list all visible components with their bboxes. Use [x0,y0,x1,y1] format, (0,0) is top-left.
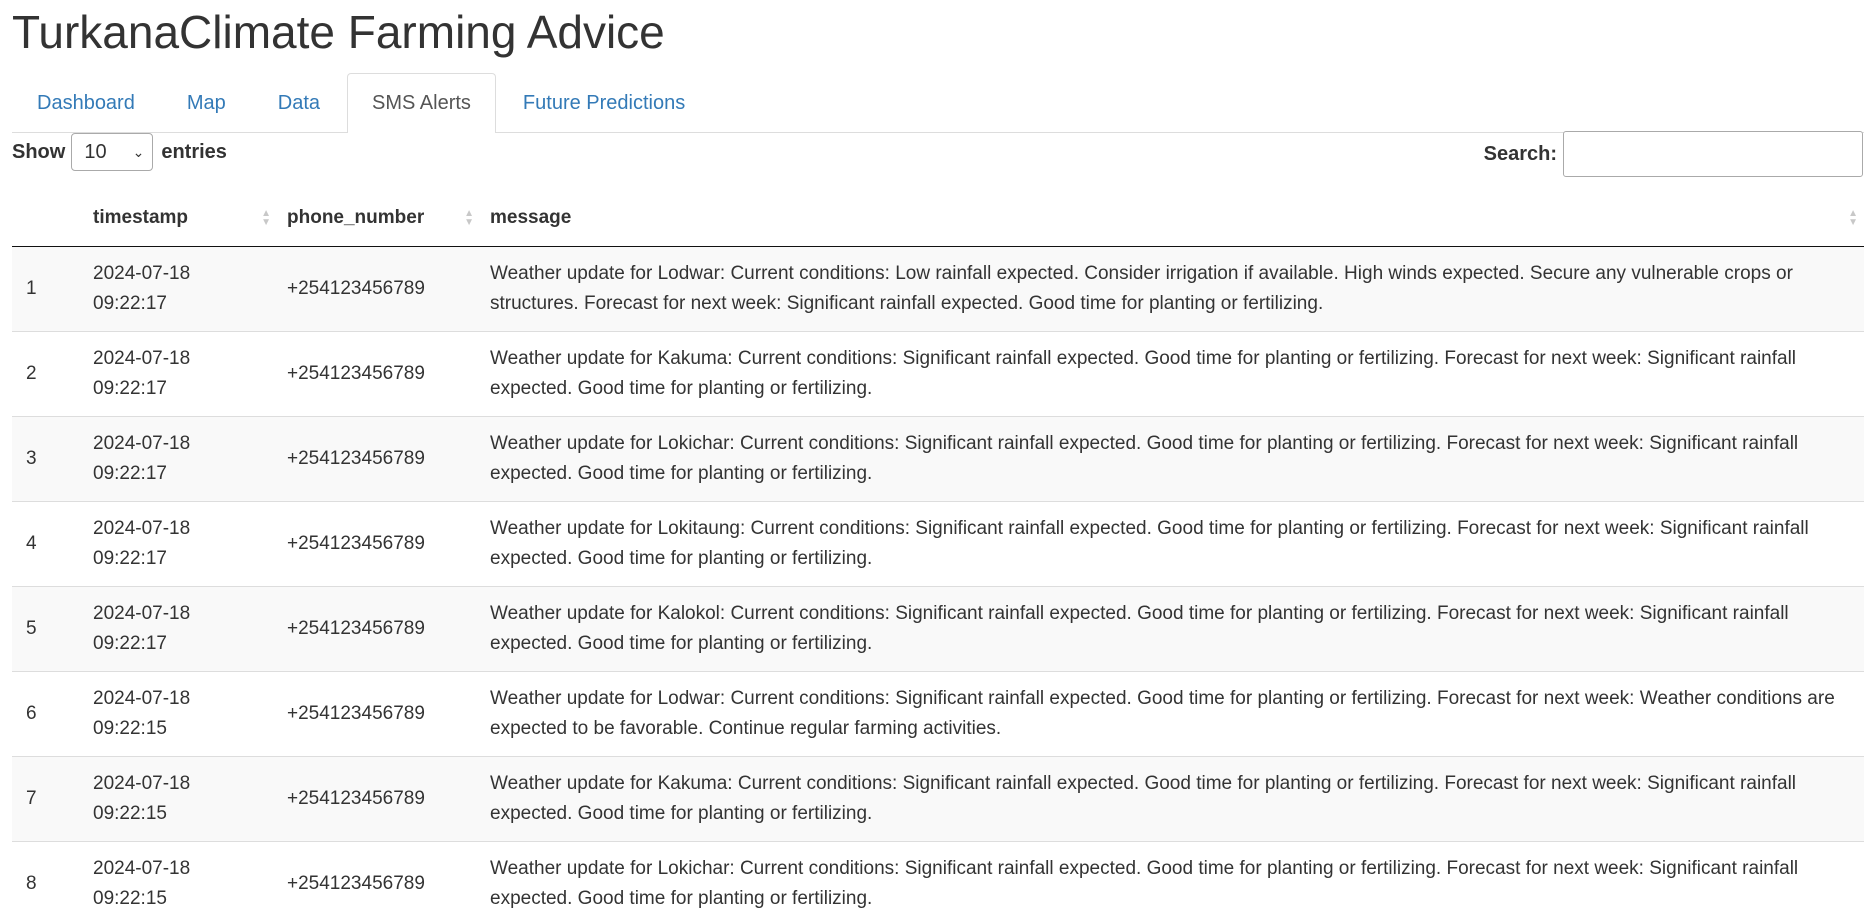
column-header-message[interactable]: message ▲ ▼ [480,190,1864,247]
row-phone-number: +254123456789 [277,756,480,842]
table-row[interactable]: 1 2024-07-18 09:22:17 +254123456789 Weat… [12,246,1864,332]
tab-bar: Dashboard Map Data SMS Alerts Future Pre… [12,72,1864,133]
column-header-label: timestamp [93,207,189,228]
tab-data[interactable]: Data [253,73,345,132]
row-index: 4 [12,501,83,587]
tab-sms-alerts[interactable]: SMS Alerts [347,73,496,133]
row-message: Weather update for Lodwar: Current condi… [480,246,1864,332]
row-timestamp: 2024-07-18 09:22:17 [83,246,277,332]
table-row[interactable]: 4 2024-07-18 09:22:17 +254123456789 Weat… [12,501,1864,587]
entries-length-control: Show 10 ⌄ entries [12,133,227,171]
page: TurkanaClimate Farming Advice Dashboard … [0,0,1869,917]
row-index: 8 [12,841,83,917]
row-timestamp: 2024-07-18 09:22:17 [83,501,277,587]
row-timestamp: 2024-07-18 09:22:15 [83,756,277,842]
row-message: Weather update for Lokitaung: Current co… [480,501,1864,587]
row-phone-number: +254123456789 [277,501,480,587]
row-phone-number: +254123456789 [277,586,480,672]
row-index: 2 [12,331,83,417]
search-input[interactable] [1563,131,1863,177]
row-phone-number: +254123456789 [277,246,480,332]
row-phone-number: +254123456789 [277,416,480,502]
chevron-down-icon: ⌄ [132,143,145,160]
row-message: Weather update for Lodwar: Current condi… [480,671,1864,757]
column-header-index [12,190,83,247]
tab-future-predictions[interactable]: Future Predictions [498,73,710,132]
tab-dashboard[interactable]: Dashboard [12,73,160,132]
row-message: Weather update for Kalokol: Current cond… [480,586,1864,672]
sms-alerts-table: timestamp ▲ ▼ phone_number ▲ ▼ message ▲ ▼ … [12,190,1864,917]
tab-map[interactable]: Map [162,73,251,132]
row-phone-number: +254123456789 [277,331,480,417]
row-index: 7 [12,756,83,842]
row-message: Weather update for Lokichar: Current con… [480,416,1864,502]
entries-label: entries [161,140,227,163]
row-timestamp: 2024-07-18 09:22:15 [83,841,277,917]
table-row[interactable]: 7 2024-07-18 09:22:15 +254123456789 Weat… [12,756,1864,842]
row-phone-number: +254123456789 [277,671,480,757]
column-header-label: message [490,207,572,228]
table-row[interactable]: 3 2024-07-18 09:22:17 +254123456789 Weat… [12,416,1864,502]
column-header-phone-number[interactable]: phone_number ▲ ▼ [277,190,480,247]
sort-icon: ▲ ▼ [261,208,271,228]
table-row[interactable]: 6 2024-07-18 09:22:15 +254123456789 Weat… [12,671,1864,757]
row-message: Weather update for Lokichar: Current con… [480,841,1864,917]
row-index: 1 [12,246,83,332]
row-phone-number: +254123456789 [277,841,480,917]
table-row[interactable]: 5 2024-07-18 09:22:17 +254123456789 Weat… [12,586,1864,672]
column-header-timestamp[interactable]: timestamp ▲ ▼ [83,190,277,247]
search-label: Search: [1483,142,1557,165]
table-row[interactable]: 2 2024-07-18 09:22:17 +254123456789 Weat… [12,331,1864,417]
entries-length-select[interactable]: 10 ⌄ [71,133,154,171]
row-message: Weather update for Kakuma: Current condi… [480,331,1864,417]
sort-icon: ▲ ▼ [1848,208,1858,228]
sort-icon: ▲ ▼ [464,208,474,228]
column-header-label: phone_number [287,207,425,228]
row-timestamp: 2024-07-18 09:22:17 [83,416,277,502]
app-title: TurkanaClimate Farming Advice [12,6,665,58]
row-timestamp: 2024-07-18 09:22:17 [83,331,277,417]
row-message: Weather update for Kakuma: Current condi… [480,756,1864,842]
table-header-row: timestamp ▲ ▼ phone_number ▲ ▼ message ▲ ▼ [12,190,1864,247]
row-timestamp: 2024-07-18 09:22:17 [83,586,277,672]
search-control: Search: [1484,131,1863,177]
show-label: Show [12,140,66,163]
row-index: 3 [12,416,83,502]
row-timestamp: 2024-07-18 09:22:15 [83,671,277,757]
row-index: 6 [12,671,83,757]
entries-length-value: 10 [84,140,107,163]
table-row[interactable]: 8 2024-07-18 09:22:15 +254123456789 Weat… [12,841,1864,917]
row-index: 5 [12,586,83,672]
